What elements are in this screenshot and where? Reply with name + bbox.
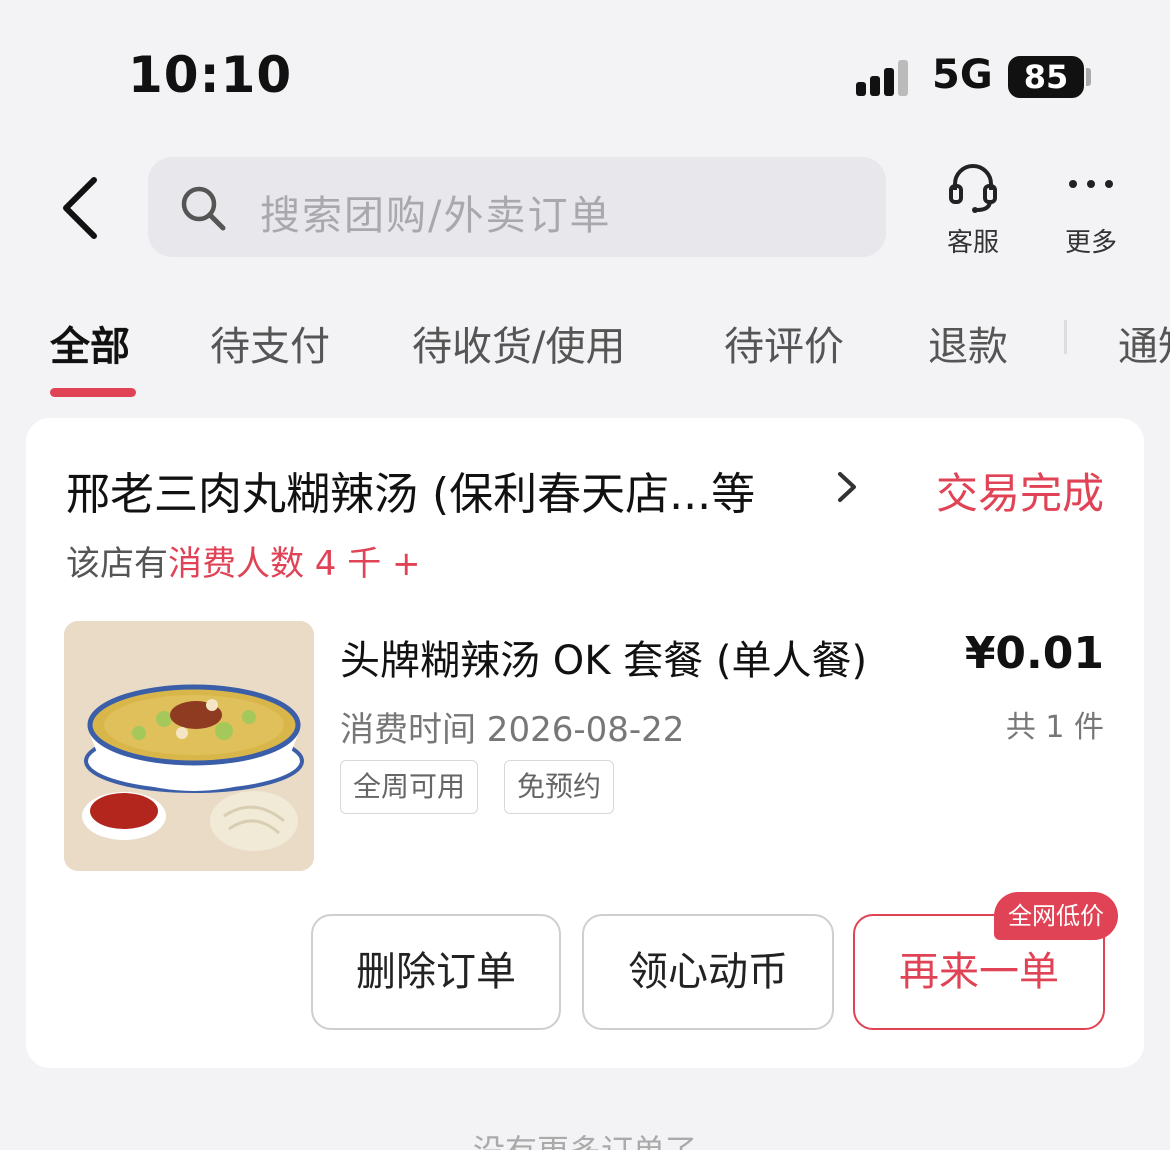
delete-order-button[interactable]: 删除订单 <box>311 914 561 1030</box>
tab-all[interactable]: 全部 <box>50 314 130 372</box>
status-time: 10:10 <box>128 46 293 104</box>
order-status: 交易完成 <box>935 469 1104 518</box>
search-icon <box>181 186 226 231</box>
collect-coins-button[interactable]: 领心动币 <box>582 914 834 1030</box>
chevron-left-icon <box>63 177 97 239</box>
customer-service-label: 客服 <box>946 228 999 258</box>
status-bar: 10:10 5G 85 <box>0 0 1170 140</box>
order-card[interactable]: 邢老三肉丸糊辣汤 (保利春天店...等 交易完成 该店有消费人数 4 千 + 头… <box>26 418 1144 1068</box>
tag-no-reservation: 免预约 <box>504 760 615 814</box>
search-placeholder: 搜索团购/外卖订单 <box>260 193 612 239</box>
tab-pending-delivery[interactable]: 待收货/使用 <box>412 314 625 372</box>
tab-divider <box>1064 320 1067 354</box>
promo-badge: 全网低价 <box>994 892 1118 940</box>
header: 搜索团购/外卖订单 客服 更多 <box>0 140 1170 280</box>
active-tab-indicator <box>50 388 136 397</box>
order-tabs: 全部 待支付 待收货/使用 待评价 退款 通知 <box>0 300 1170 410</box>
tab-notice[interactable]: 通知 <box>1118 314 1170 372</box>
headset-icon <box>949 164 997 213</box>
consume-time: 消费时间 2026-08-22 <box>340 710 685 750</box>
tab-refund[interactable]: 退款 <box>928 314 1008 372</box>
customer-service-button[interactable]: 客服 <box>928 158 1018 258</box>
product-name[interactable]: 头牌糊辣汤 OK 套餐 (单人餐) <box>340 628 867 686</box>
battery-cap <box>1086 68 1091 86</box>
product-price: ¥0.01 <box>964 628 1104 679</box>
signal-icon <box>856 60 916 96</box>
shop-stat-prefix: 该店有 <box>66 544 168 584</box>
tab-pending-payment[interactable]: 待支付 <box>210 314 330 372</box>
tag-weekly-available: 全周可用 <box>340 760 479 814</box>
product-image[interactable] <box>64 621 314 871</box>
product-quantity: 共 1 件 <box>1005 710 1104 745</box>
tab-pending-review[interactable]: 待评价 <box>724 314 844 372</box>
more-icon <box>1069 180 1113 188</box>
no-more-orders: 没有更多订单了 <box>0 1126 1170 1150</box>
shop-stat: 该店有消费人数 4 千 + <box>66 536 421 585</box>
search-input[interactable]: 搜索团购/外卖订单 <box>148 157 886 257</box>
back-button[interactable] <box>56 170 116 250</box>
shop-stat-highlight: 消费人数 4 千 + <box>168 544 421 584</box>
chevron-right-icon[interactable] <box>834 470 860 504</box>
more-label: 更多 <box>1064 228 1117 258</box>
soup-illustration <box>64 621 314 871</box>
shop-name[interactable]: 邢老三肉丸糊辣汤 (保利春天店...等 <box>66 458 755 522</box>
network-type: 5G <box>932 52 993 98</box>
battery-icon: 85 <box>1008 56 1084 98</box>
more-button[interactable]: 更多 <box>1046 158 1136 258</box>
